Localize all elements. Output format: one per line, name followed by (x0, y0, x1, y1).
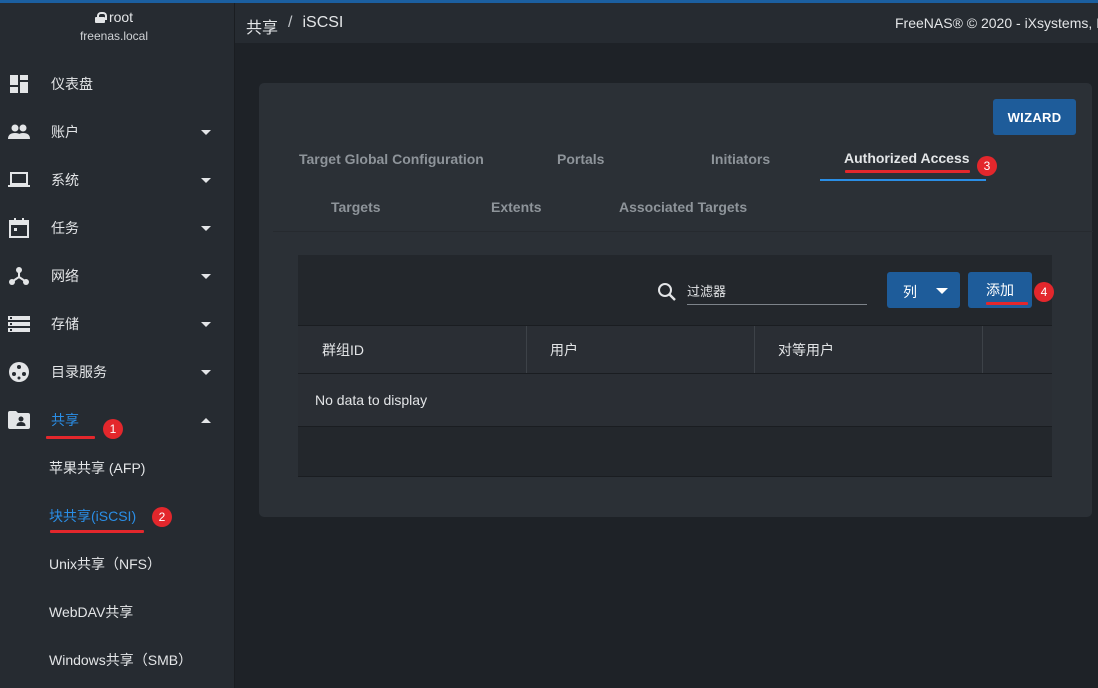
tab-authorized-access[interactable]: Authorized Access (844, 150, 970, 166)
sidebar-item-label: 目录服务 (51, 364, 107, 380)
sidebar-subitem-label: 苹果共享 (AFP) (49, 460, 146, 476)
host-name: freenas.local (79, 29, 149, 43)
folder-shared-icon (8, 409, 30, 431)
sidebar-item-system[interactable]: 系统 (0, 156, 235, 204)
tab-targets[interactable]: Targets (331, 199, 381, 215)
annotation-badge: 2 (152, 507, 172, 527)
sidebar-item-label: 共享 (51, 412, 79, 428)
sidebar-item-label: 任务 (51, 220, 79, 236)
sidebar-subitem-label: Unix共享（NFS） (49, 556, 162, 572)
user-name: root (108, 9, 134, 25)
table-footer (298, 427, 1052, 477)
columns-button[interactable]: 列 (887, 272, 960, 308)
chevron-down-icon (201, 321, 211, 327)
sidebar-subitem-label: Windows共享（SMB） (49, 652, 193, 668)
tab-divider (273, 231, 1093, 232)
directory-icon (8, 361, 30, 383)
sidebar-item-directory-services[interactable]: 目录服务 (0, 348, 235, 396)
sidebar-item-label: 账户 (51, 124, 79, 140)
chevron-down-icon (201, 177, 211, 183)
lock-icon (94, 11, 107, 23)
columns-button-label: 列 (903, 284, 917, 300)
sidebar-item-tasks[interactable]: 任务 (0, 204, 235, 252)
breadcrumb: 共享 / iSCSI (246, 14, 343, 38)
table-toolbar: 列 添加 (298, 255, 1052, 325)
chevron-down-icon (936, 288, 948, 294)
wizard-button[interactable]: WIZARD (993, 99, 1076, 135)
sidebar-item-label: 网络 (51, 268, 79, 284)
network-icon (8, 265, 30, 287)
sidebar-item-accounts[interactable]: 账户 (0, 108, 235, 156)
annotation-badge: 3 (977, 156, 997, 176)
storage-icon (8, 313, 30, 335)
chevron-down-icon (201, 369, 211, 375)
table-header-row: 群组ID 用户 对等用户 (298, 325, 1052, 374)
column-resize-handle[interactable] (982, 326, 983, 374)
chevron-down-icon (201, 225, 211, 231)
sidebar-item-label: 仪表盘 (51, 76, 93, 92)
column-header-peer-user[interactable]: 对等用户 (778, 326, 834, 374)
annotation-badge: 4 (1034, 282, 1054, 302)
annotation-underline (845, 170, 970, 173)
annotation-underline (50, 530, 144, 533)
laptop-icon (8, 169, 30, 191)
user-name-row[interactable]: root (0, 8, 228, 26)
chevron-up-icon (201, 417, 211, 423)
dashboard-icon (8, 73, 30, 95)
sidebar-item-storage[interactable]: 存储 (0, 300, 235, 348)
sidebar: root freenas.local 仪表盘 账户 系统 任务 网络 存储 目录… (0, 0, 235, 688)
sidebar-subitem-nfs[interactable]: Unix共享（NFS） (0, 540, 235, 588)
authorized-access-table: 列 添加 群组ID 用户 对等用户 No data to display (298, 255, 1052, 477)
tab-portals[interactable]: Portals (557, 151, 604, 167)
tab-extents[interactable]: Extents (491, 199, 542, 215)
chevron-down-icon (201, 129, 211, 135)
sidebar-subitem-afp[interactable]: 苹果共享 (AFP) (0, 444, 235, 492)
sidebar-subitem-label: 块共享(iSCSI) (49, 508, 137, 524)
annotation-underline (46, 436, 95, 439)
sidebar-subitem-webdav[interactable]: WebDAV共享 (0, 588, 235, 636)
top-header: 共享 / iSCSI FreeNAS® © 2020 - iXsystems, … (235, 3, 1098, 43)
sidebar-item-network[interactable]: 网络 (0, 252, 235, 300)
calendar-icon (8, 217, 30, 239)
sidebar-item-label: 系统 (51, 172, 79, 188)
chevron-down-icon (201, 273, 211, 279)
column-resize-handle[interactable] (754, 326, 755, 374)
active-tab-indicator (820, 179, 986, 181)
annotation-badge: 1 (103, 419, 123, 439)
sidebar-subitem-label: WebDAV共享 (49, 604, 134, 620)
copyright-text: FreeNAS® © 2020 - iXsystems, Inc. (895, 15, 1098, 31)
breadcrumb-separator: / (288, 14, 293, 31)
sidebar-item-label: 存储 (51, 316, 79, 332)
breadcrumb-item[interactable]: 共享 (246, 14, 278, 38)
empty-table-message: No data to display (298, 373, 1052, 427)
tab-associated-targets[interactable]: Associated Targets (619, 199, 747, 215)
search-icon (657, 282, 677, 307)
top-accent-strip (0, 0, 1098, 3)
sidebar-item-dashboard[interactable]: 仪表盘 (0, 60, 235, 108)
annotation-underline (986, 302, 1028, 305)
column-resize-handle[interactable] (526, 326, 527, 374)
people-icon (8, 121, 30, 143)
tab-target-global-configuration[interactable]: Target Global Configuration (299, 151, 484, 167)
tab-initiators[interactable]: Initiators (711, 151, 770, 167)
column-header-group-id[interactable]: 群组ID (322, 326, 364, 374)
column-header-user[interactable]: 用户 (550, 326, 578, 374)
breadcrumb-item: iSCSI (302, 14, 344, 31)
filter-input[interactable] (687, 279, 867, 305)
user-info: root freenas.local (0, 8, 228, 43)
sidebar-subitem-smb[interactable]: Windows共享（SMB） (0, 636, 235, 684)
